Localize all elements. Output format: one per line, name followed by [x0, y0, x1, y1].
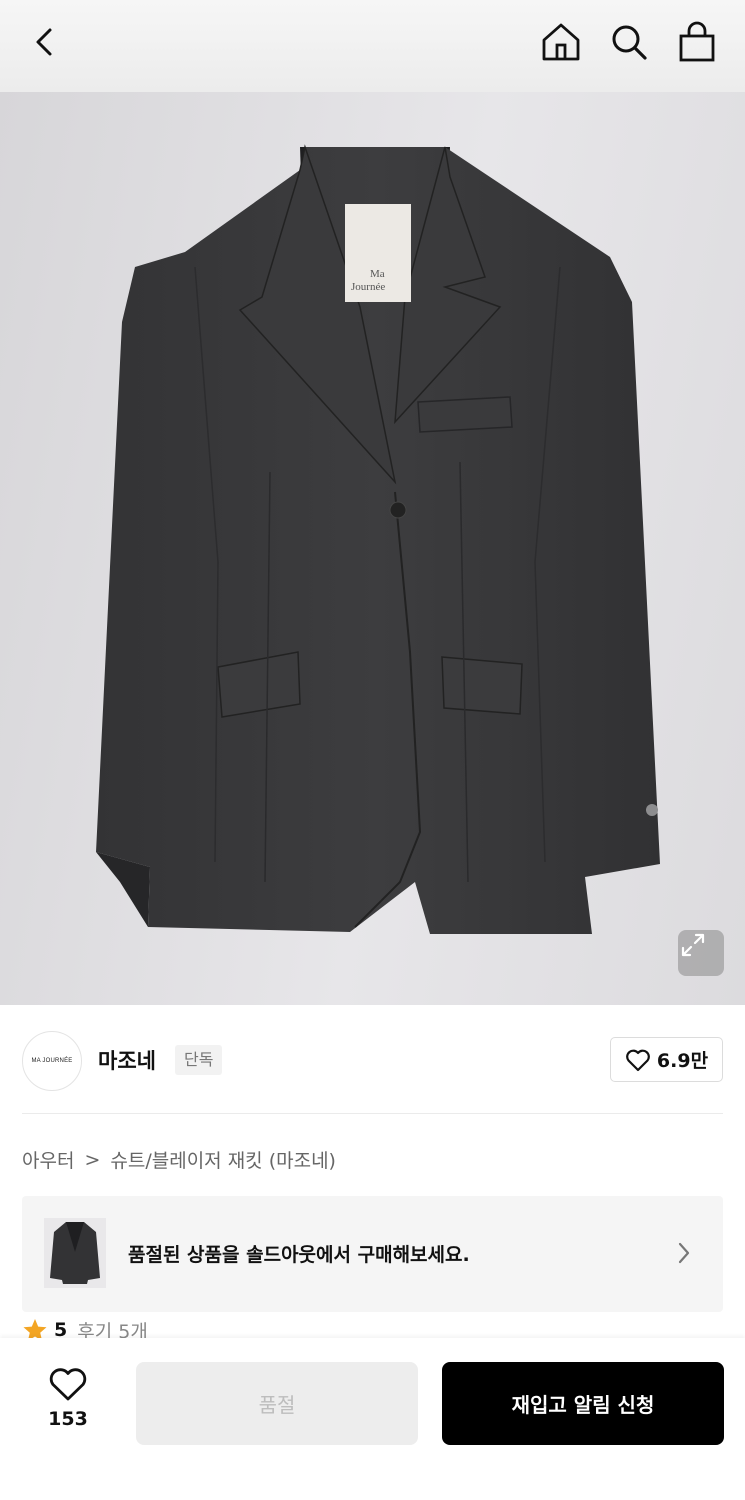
label-tag-text-1: Ma: [370, 268, 385, 280]
banner-text: 품절된 상품을 솔드아웃에서 구매해보세요.: [128, 1244, 470, 1266]
restock-alert-button[interactable]: 재입고 알림 신청: [442, 1362, 724, 1445]
soldout-resale-banner[interactable]: 품절된 상품을 솔드아웃에서 구매해보세요.: [22, 1196, 723, 1312]
brand-logo[interactable]: MA JOURNÉE: [22, 1031, 82, 1091]
heart-icon: [49, 1368, 87, 1401]
divider: [22, 1113, 723, 1114]
brand-like-count: 6.9만: [656, 1050, 709, 1072]
expand-image-button[interactable]: [678, 930, 724, 976]
wishlist-count: 153: [48, 1408, 88, 1430]
home-button[interactable]: [537, 18, 585, 66]
brand-like-button[interactable]: 6.9만: [610, 1037, 723, 1082]
brand-row: MA JOURNÉE 마조네 단독 6.9만: [0, 1005, 745, 1115]
search-icon: [612, 25, 647, 60]
bottom-action-bar: 153 품절 재입고 알림 신청: [0, 1338, 745, 1500]
brand-logo-text: MA JOURNÉE: [31, 1058, 73, 1064]
shopping-bag-button[interactable]: [673, 18, 721, 66]
search-button[interactable]: [605, 18, 653, 66]
soldout-button: 품절: [136, 1362, 418, 1445]
expand-icon: [681, 933, 705, 957]
top-navigation-bar: [0, 0, 745, 92]
shopping-bag-icon: [679, 21, 715, 62]
back-button[interactable]: [22, 18, 70, 66]
breadcrumb-category[interactable]: 아우터: [22, 1146, 74, 1173]
exclusive-badge: 단독: [175, 1045, 223, 1075]
product-image[interactable]: Ma Journée: [0, 92, 745, 1005]
heart-icon: [626, 1049, 650, 1071]
breadcrumb: 아우터 > 슈트/블레이저 재킷 (마조네): [22, 1146, 336, 1173]
breadcrumb-subcategory[interactable]: 슈트/블레이저 재킷 (마조네): [110, 1146, 336, 1173]
brand-name[interactable]: 마조네: [98, 1045, 156, 1075]
label-tag-text-2: Journée: [351, 281, 385, 293]
wishlist-button[interactable]: 153: [30, 1366, 106, 1446]
chevron-right-icon: >: [84, 1148, 101, 1171]
chevron-left-icon: [36, 28, 52, 56]
home-icon: [542, 23, 580, 61]
blazer-illustration: Ma Journée: [96, 144, 660, 934]
chevron-right-icon: [678, 1242, 690, 1264]
banner-product-thumbnail: [44, 1218, 106, 1288]
